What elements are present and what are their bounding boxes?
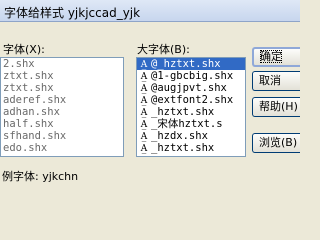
- shx-font-icon: A̲: [140, 144, 148, 154]
- big-font-item-label: @_hztxt.shx: [151, 58, 221, 70]
- small-font-item[interactable]: half.shx: [1, 118, 123, 130]
- big-font-item-label: _hzdx.shx: [151, 130, 208, 142]
- big-font-item[interactable]: A̲ @augjpvt.shx: [137, 82, 245, 94]
- big-font-item[interactable]: A̲ _hzdx.shx: [137, 130, 245, 142]
- help-button[interactable]: 帮助(H): [252, 97, 300, 117]
- small-font-item[interactable]: edo.shx: [1, 142, 123, 154]
- title-bar: 字体给样式 yjkjccad_yjk: [0, 0, 300, 22]
- cancel-button-label: 取消: [259, 74, 281, 87]
- small-font-item[interactable]: aderef.shx: [1, 94, 123, 106]
- cancel-button[interactable]: 取消: [252, 71, 300, 91]
- big-font-item-label: _hztxt.shx: [151, 106, 215, 118]
- small-font-label: 字体(X):: [3, 43, 45, 56]
- big-font-item[interactable]: A̲ @extfont2.shx: [137, 94, 245, 106]
- small-font-item[interactable]: ztxt.shx: [1, 82, 123, 94]
- big-font-item-label: _宋体hztxt.s: [151, 118, 223, 130]
- browse-button-label: 浏览(B): [259, 136, 298, 149]
- big-font-item[interactable]: A̲ _hztxt.shx: [137, 106, 245, 118]
- big-font-item-label: @1-gbcbig.shx: [151, 70, 234, 82]
- big-font-item[interactable]: A̲ _宋体hztxt.s: [137, 118, 245, 130]
- small-font-item[interactable]: sfhand.shx: [1, 130, 123, 142]
- window-title: 字体给样式 yjkjccad_yjk: [4, 6, 141, 20]
- small-font-item[interactable]: adhan.shx: [1, 106, 123, 118]
- big-font-item[interactable]: A̲ @1-gbcbig.shx: [137, 70, 245, 82]
- ok-button[interactable]: 确定: [252, 47, 300, 67]
- big-font-list[interactable]: A̲ @_hztxt.shx A̲ @1-gbcbig.shx A̲ @augjpvt.s…: [136, 57, 246, 157]
- small-font-list[interactable]: 2.shx ztxt.shx ztxt.shx aderef.shx adhan.shx…: [0, 57, 124, 157]
- big-font-item-label: @augjpvt.shx: [151, 82, 227, 94]
- ok-button-label: 确定: [260, 50, 282, 63]
- big-font-label: 大字体(B):: [137, 43, 190, 56]
- small-font-item[interactable]: ztxt.shx: [1, 70, 123, 82]
- big-font-item-label: _hztxt.shx: [151, 142, 215, 154]
- browse-button[interactable]: 浏览(B): [252, 133, 300, 153]
- help-button-label: 帮助(H): [259, 100, 298, 113]
- sample-text: 例字体: yjkchn: [2, 170, 79, 183]
- big-font-item-label: @extfont2.shx: [151, 94, 234, 106]
- big-font-item[interactable]: A̲ @_hztxt.shx: [137, 58, 245, 70]
- big-font-item[interactable]: A̲ _hztxt.shx: [137, 142, 245, 154]
- small-font-item[interactable]: 2.shx: [1, 58, 123, 70]
